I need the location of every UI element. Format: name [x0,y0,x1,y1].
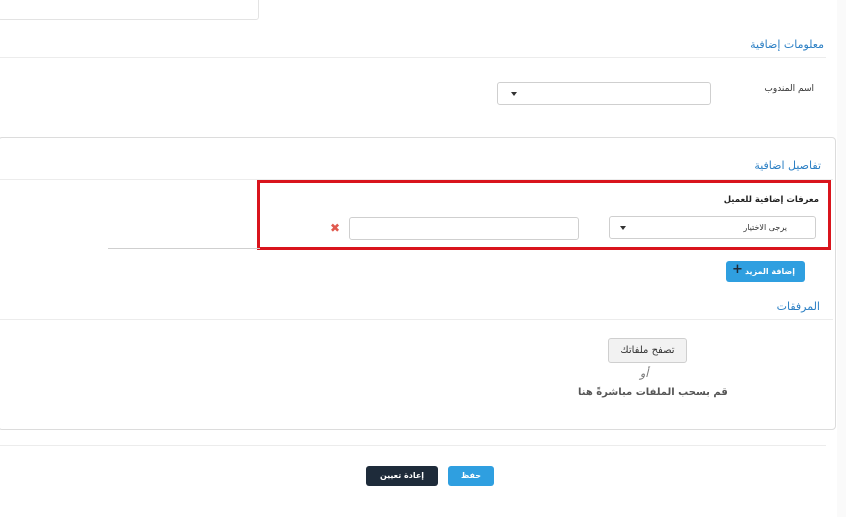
client-ids-label: معرفات إضافية للعميل [723,195,819,205]
divider [0,319,833,320]
reset-button[interactable]: إعادة تعيين [366,466,438,486]
divider [108,248,260,249]
remove-icon[interactable]: ✖ [330,222,340,234]
divider [0,445,826,446]
save-button[interactable]: حفظ [448,466,494,486]
scrollbar-track[interactable] [837,0,846,517]
top-field-box[interactable] [0,0,259,20]
divider [0,57,826,58]
agent-name-select[interactable] [497,82,711,105]
additional-details-title: تفاصيل اضافية [754,159,821,172]
client-id-value-input[interactable] [349,217,579,240]
caret-down-icon [511,92,517,96]
or-text: أو [640,367,649,380]
client-id-type-select[interactable]: يرجى الاختيار [609,216,816,239]
caret-down-icon [620,226,626,230]
plus-icon: + [732,262,743,277]
attachments-title: المرفقات [776,300,820,313]
browse-files-button[interactable]: تصفح ملفاتك [608,338,687,363]
add-more-label: إضافة المزيد [744,267,795,276]
agent-name-label: اسم المندوب [764,84,814,94]
select-placeholder: يرجى الاختيار [743,223,787,232]
additional-info-title: معلومات إضافية [750,38,824,51]
add-more-button[interactable]: + إضافة المزيد [726,261,805,282]
drop-files-hint: قم بسحب الملفات مباشرةً هنا [578,387,728,398]
